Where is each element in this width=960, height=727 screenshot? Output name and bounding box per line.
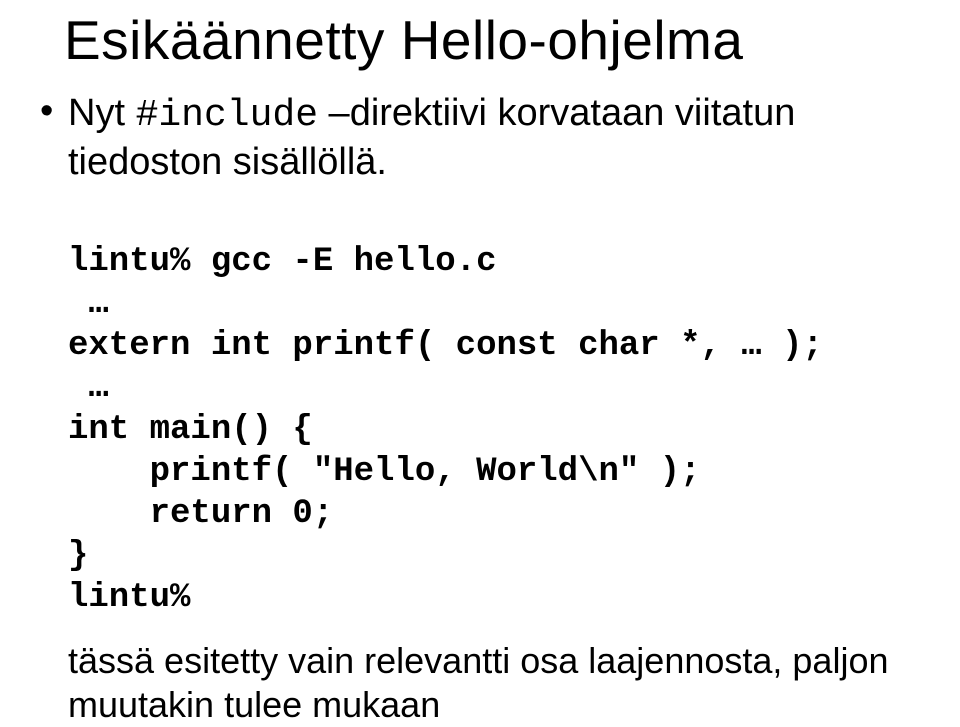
slide-body: • Nyt #include –direktiivi korvataan vii… [40, 90, 942, 727]
bullet-pre: Nyt [68, 92, 136, 134]
code-line-9: lintu% [68, 579, 190, 617]
bullet-code-span: #include [136, 94, 318, 137]
code-line-7: return 0; [68, 495, 333, 533]
bullet-text: Nyt #include –direktiivi korvataan viita… [68, 90, 942, 185]
code-line-5: int main() { [68, 411, 313, 449]
bullet-dot-icon: • [40, 90, 68, 132]
bullet-item: • Nyt #include –direktiivi korvataan vii… [40, 90, 942, 185]
code-line-2: … [68, 285, 109, 323]
code-line-6: printf( "Hello, World\n" ); [68, 453, 701, 491]
code-block: lintu% gcc -E hello.c … extern int print… [68, 199, 942, 619]
code-line-1: lintu% gcc -E hello.c [68, 243, 496, 281]
code-line-8: } [68, 537, 88, 575]
footnote-text: tässä esitetty vain relevantti osa laaje… [68, 639, 942, 727]
code-line-4: … [68, 369, 109, 407]
slide: Esikäännetty Hello-ohjelma • Nyt #includ… [0, 0, 960, 660]
code-line-3: extern int printf( const char *, … ); [68, 327, 823, 365]
slide-title: Esikäännetty Hello-ohjelma [40, 8, 942, 72]
